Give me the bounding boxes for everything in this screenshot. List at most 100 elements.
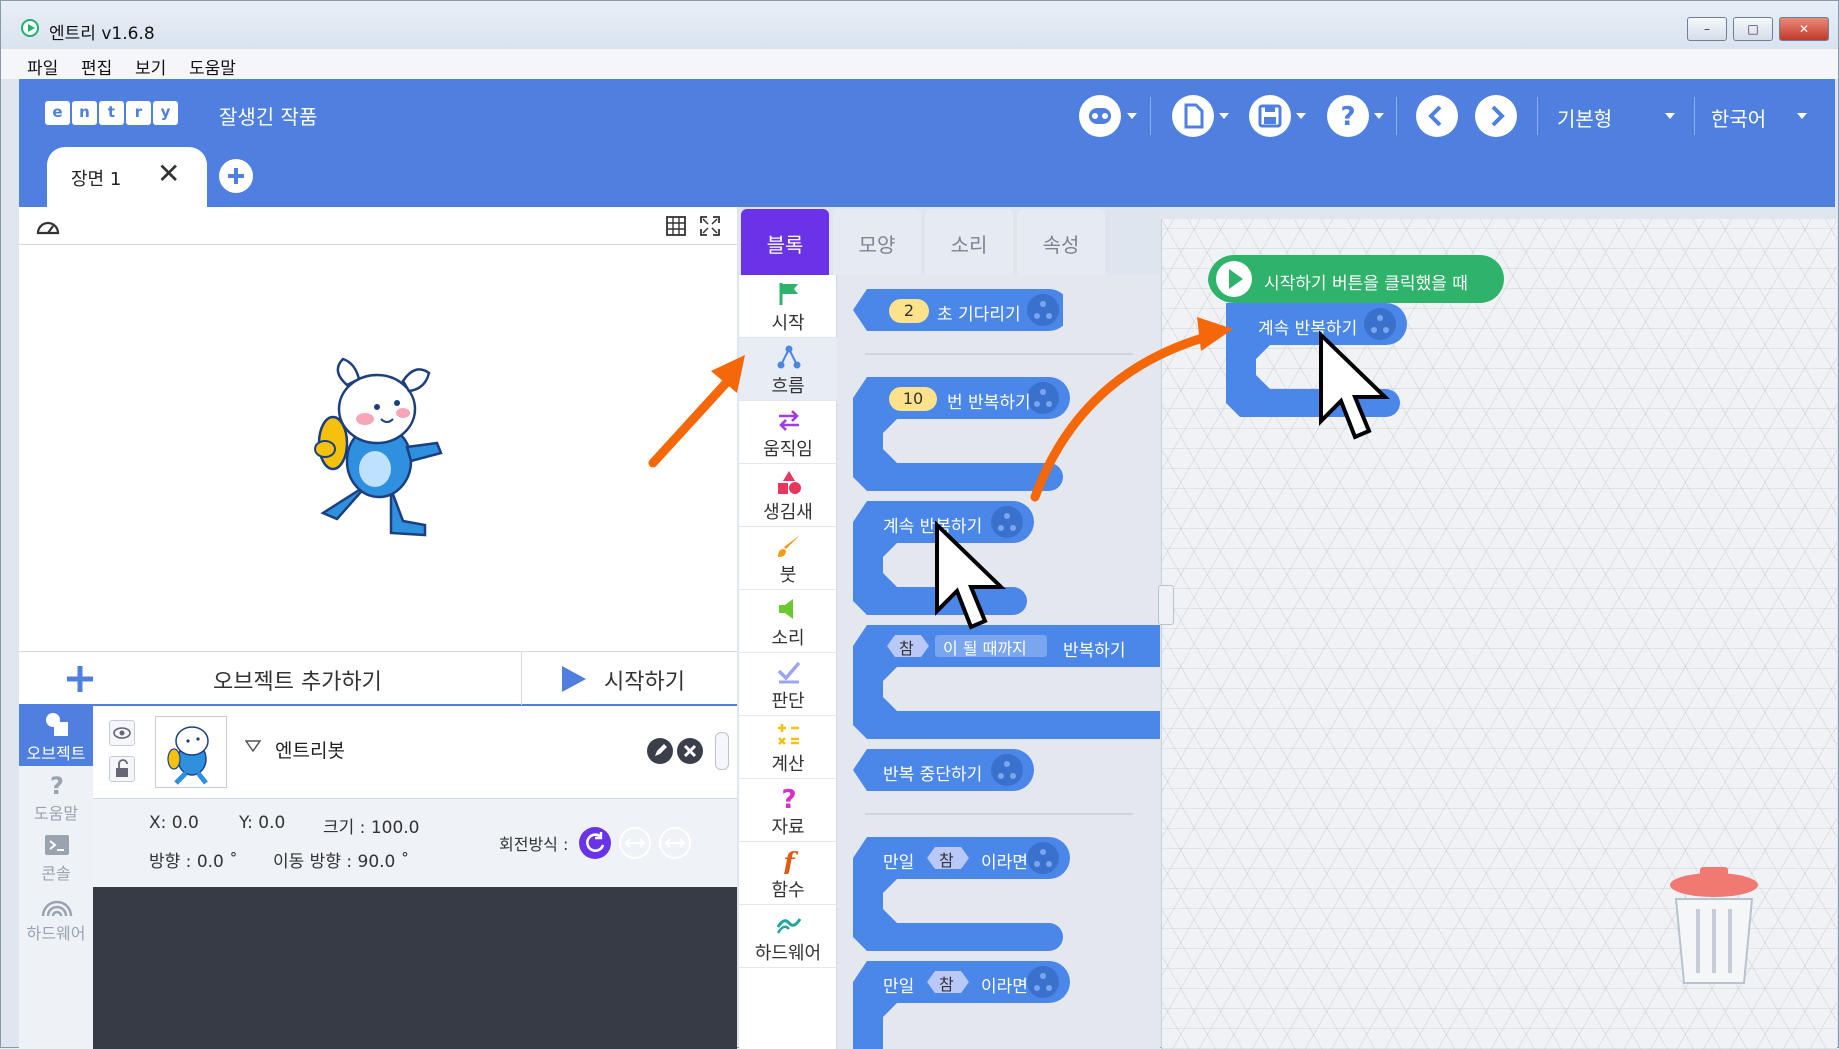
project-name[interactable]: 잘생긴 작품 (219, 101, 317, 130)
minimize-button[interactable]: – (1687, 17, 1727, 41)
expand-triangle-icon[interactable] (245, 739, 261, 753)
tab-block[interactable]: 블록 (741, 209, 829, 275)
wait-seconds-block[interactable]: 2 초 기다리기 (853, 289, 1063, 331)
rotation-none-button[interactable] (659, 827, 691, 859)
object-x[interactable]: X: 0.0 (149, 813, 199, 833)
when-start-clicked-block[interactable]: 시작하기 버튼을 클릭했을 때 (1208, 255, 1658, 307)
category-calc[interactable]: 계산 (739, 716, 837, 779)
delete-object-button[interactable] (677, 738, 703, 764)
sidenav-hardware[interactable]: 하드웨어 (19, 886, 93, 946)
close-window-button[interactable]: ✕ (1779, 17, 1829, 41)
block-categories: 시작 흐름 움직임 생김새 붓 소리 판단 계산 ? 자료 f 함수 하드웨어 (739, 275, 837, 1049)
rotate-icon (586, 832, 605, 852)
category-data[interactable]: ? 자료 (739, 779, 837, 842)
category-sound[interactable]: 소리 (739, 590, 837, 653)
if-block[interactable]: 만일 참 이라면 (853, 837, 1083, 953)
object-name[interactable]: 엔트리봇 (275, 736, 345, 763)
hardware-icon (776, 918, 802, 934)
category-brush[interactable]: 붓 (739, 527, 837, 590)
object-y[interactable]: Y: 0.0 (239, 813, 285, 833)
category-function[interactable]: f 함수 (739, 842, 837, 905)
lock-toggle[interactable] (109, 756, 135, 782)
block-workspace[interactable]: 시작하기 버튼을 클릭했을 때 계속 반복하기 (1161, 219, 1837, 1049)
category-judge[interactable]: 판단 (739, 653, 837, 716)
category-start[interactable]: 시작 (739, 275, 837, 338)
fullscreen-icon[interactable] (699, 215, 721, 237)
category-hardware[interactable]: 하드웨어 (739, 905, 837, 968)
repeat-forever-block[interactable]: 계속 반복하기 (853, 501, 1063, 617)
entrybot-sprite[interactable] (307, 357, 477, 547)
menu-edit[interactable]: 편집 (81, 54, 112, 79)
panel-resize-handle[interactable] (1158, 585, 1174, 625)
flag-icon (779, 283, 798, 305)
scene-tab[interactable]: 장면 1 ✕ (47, 147, 207, 207)
horizontal-arrows-icon (624, 838, 646, 848)
maximize-button[interactable]: □ (1733, 17, 1773, 41)
help-button[interactable]: ? (1327, 95, 1369, 137)
object-move-direction[interactable]: 이동 방향 : 90.0 ˚ (273, 847, 409, 872)
new-project-button[interactable] (1172, 95, 1214, 137)
block-tabs: 블록 모양 소리 속성 (739, 207, 1159, 275)
theme-button[interactable] (1079, 95, 1121, 137)
block-label: 이라면 (981, 977, 1028, 997)
edit-object-button[interactable] (647, 738, 673, 764)
sidenav-object[interactable]: 오브젝트 (19, 706, 93, 766)
object-direction[interactable]: 방향 : 0.0 ˚ (149, 847, 238, 872)
category-flow[interactable]: 흐름 (739, 338, 837, 401)
repeat-forever-block[interactable]: 계속 반복하기 (1226, 303, 1426, 419)
category-label: 생김새 (763, 502, 813, 523)
repeat-count-input[interactable]: 10 (889, 387, 937, 411)
tab-attribute[interactable]: 속성 (1017, 209, 1105, 275)
palette-divider (865, 353, 1133, 355)
stage-canvas[interactable] (19, 245, 737, 655)
object-size[interactable]: 크기 : 100.0 (323, 813, 419, 838)
category-looks[interactable]: 생김새 (739, 464, 837, 527)
sidenav-help[interactable]: ? 도움말 (19, 766, 93, 826)
visibility-toggle[interactable] (109, 720, 135, 746)
block-palette: 2 초 기다리기 10 번 반복하기 계속 반복하기 참 이 될 때까지 반복하… (837, 275, 1160, 1049)
if-condition[interactable]: 참 (939, 847, 954, 871)
block-label: 만일 (883, 977, 915, 997)
block-label: 계속 반복하기 (883, 517, 983, 537)
language-select[interactable]: 한국어 (1711, 103, 1766, 132)
undo-button[interactable] (1416, 95, 1458, 137)
svg-text:?: ? (1340, 102, 1355, 132)
menu-file[interactable]: 파일 (27, 54, 58, 79)
speed-gauge-icon[interactable] (35, 215, 61, 237)
stage-toolbar (19, 207, 737, 245)
tab-shape[interactable]: 모양 (833, 209, 921, 275)
add-scene-button[interactable] (219, 159, 253, 193)
rotation-horizontal-button[interactable] (619, 827, 651, 859)
block-label: 초 기다리기 (937, 305, 1021, 325)
until-condition[interactable]: 참 (899, 635, 914, 659)
sidenav-label: 콘솔 (41, 864, 71, 883)
start-button[interactable]: 시작하기 (522, 652, 737, 705)
grid-icon[interactable] (665, 215, 687, 237)
menu-help[interactable]: 도움말 (189, 54, 236, 79)
file-icon (1184, 103, 1204, 129)
stop-repeat-block[interactable]: 반복 중단하기 (853, 749, 1063, 791)
wait-seconds-input[interactable]: 2 (889, 299, 929, 323)
entry-logo[interactable]: e n t r y (45, 101, 178, 125)
resize-handle[interactable] (715, 732, 729, 770)
category-motion[interactable]: 움직임 (739, 401, 837, 464)
header-divider (1694, 97, 1695, 135)
until-dropdown[interactable]: 이 될 때까지 (943, 635, 1027, 659)
save-button[interactable] (1249, 95, 1291, 137)
tab-sound[interactable]: 소리 (925, 209, 1013, 275)
trash-icon[interactable] (1666, 865, 1762, 991)
category-label: 움직임 (763, 439, 813, 460)
repeat-n-block[interactable]: 10 번 반복하기 (853, 377, 1083, 493)
rotation-free-button[interactable] (579, 827, 611, 859)
menu-view[interactable]: 보기 (135, 54, 166, 79)
sidenav-console[interactable]: 콘솔 (19, 826, 93, 886)
if-condition[interactable]: 참 (939, 971, 954, 995)
mode-select[interactable]: 기본형 (1557, 103, 1612, 132)
redo-button[interactable] (1475, 95, 1517, 137)
add-object-button[interactable]: 오브젝트 추가하기 (19, 652, 521, 705)
object-list-item[interactable]: 엔트리봇 (93, 706, 737, 799)
if-else-block[interactable]: 만일 참 이라면 (853, 961, 1083, 1049)
object-thumbnail[interactable] (155, 716, 227, 788)
repeat-until-block[interactable]: 참 이 될 때까지 반복하기 (853, 625, 1160, 741)
close-scene-icon[interactable]: ✕ (157, 157, 180, 190)
